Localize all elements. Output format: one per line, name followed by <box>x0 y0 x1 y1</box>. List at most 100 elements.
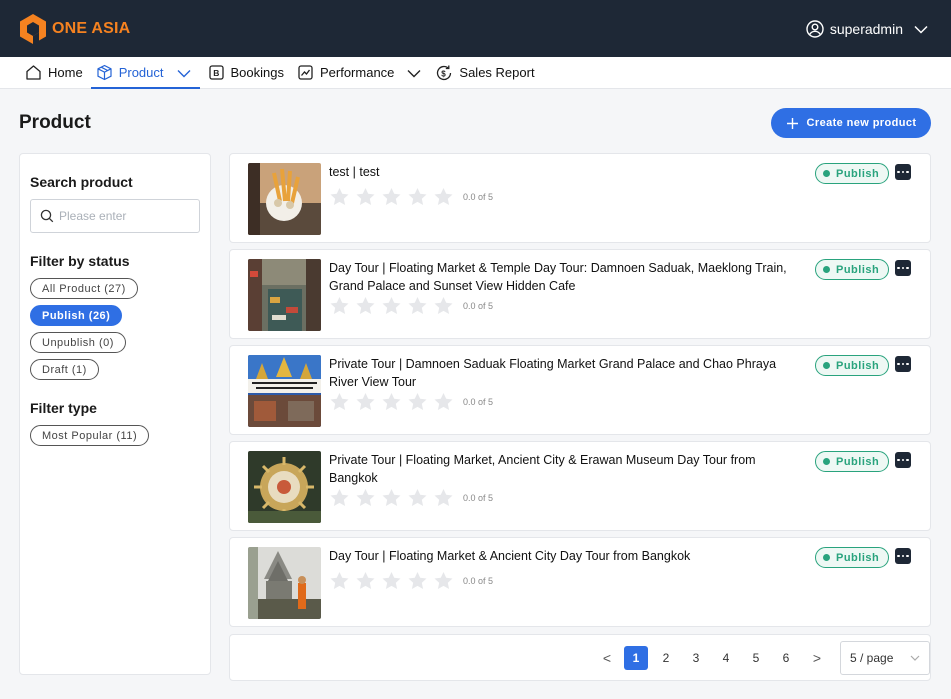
nav-performance-label: Performance <box>319 65 395 80</box>
status-badge: Publish <box>815 451 890 472</box>
status-label: Publish <box>836 263 880 276</box>
dot <box>901 266 905 270</box>
star-rating[interactable]: 0.0 of 5 <box>329 392 493 412</box>
product-title[interactable]: Day Tour | Floating Market & Ancient Cit… <box>329 547 789 565</box>
page-title: Product <box>19 112 91 133</box>
floating-market-image <box>248 259 321 331</box>
dot <box>906 554 909 558</box>
svg-text:$: $ <box>442 69 447 78</box>
star-icon <box>356 572 375 589</box>
more-options-button[interactable] <box>895 356 911 372</box>
product-title[interactable]: Private Tour | Floating Market, Ancient … <box>329 451 789 487</box>
product-title[interactable]: test | test <box>329 163 789 181</box>
star-rating[interactable]: 0.0 of 5 <box>329 488 493 508</box>
nav-bookings[interactable]: B Bookings <box>203 57 289 88</box>
star-icon <box>434 572 453 589</box>
chevron-down-icon <box>407 69 421 77</box>
product-list: test | test 0.0 of 5 Publish Day Tour | … <box>229 153 931 633</box>
temple-collage-image <box>248 355 321 427</box>
chevron-down-icon <box>177 69 190 77</box>
star-icon <box>356 297 375 314</box>
search-heading: Search product <box>30 174 133 190</box>
dot <box>897 554 900 558</box>
chart-icon <box>298 65 313 80</box>
next-page-button[interactable]: > <box>805 646 829 670</box>
dot <box>897 170 900 174</box>
page-5[interactable]: 5 <box>744 646 768 670</box>
status-filter-all[interactable]: All Product (27) <box>30 278 138 299</box>
rating-text: 0.0 of 5 <box>463 493 494 503</box>
nav-product[interactable]: Product <box>90 57 200 89</box>
nav-sales-report[interactable]: $ Sales Report <box>430 57 539 88</box>
filter-sidebar: Search product Filter by status All Prod… <box>19 153 211 675</box>
status-filter-publish[interactable]: Publish (26) <box>30 305 123 326</box>
star-rating[interactable]: 0.0 of 5 <box>329 187 493 207</box>
star-icon <box>356 489 375 506</box>
dot <box>906 266 909 270</box>
star-rating[interactable]: 0.0 of 5 <box>329 296 493 316</box>
product-card[interactable]: Day Tour | Floating Market & Ancient Cit… <box>229 537 931 627</box>
create-product-button[interactable]: Create new product <box>771 108 931 138</box>
product-card[interactable]: Private Tour | Floating Market, Ancient … <box>229 441 931 531</box>
product-thumbnail[interactable] <box>248 451 321 523</box>
star-icon <box>434 489 453 506</box>
nav-sales-report-label: Sales Report <box>459 65 535 80</box>
chevron-down-icon <box>914 25 928 34</box>
star-icon <box>382 297 401 314</box>
main-nav: Home Product B Bookings Performance $ Sa… <box>0 57 951 89</box>
page-3[interactable]: 3 <box>684 646 708 670</box>
search-box[interactable] <box>30 199 200 233</box>
page-4[interactable]: 4 <box>714 646 738 670</box>
dot <box>906 458 909 462</box>
page-2[interactable]: 2 <box>654 646 678 670</box>
brand-logo[interactable]: ONE ASIA <box>20 13 130 44</box>
status-label: Publish <box>836 551 880 564</box>
type-filter-most-popular[interactable]: Most Popular (11) <box>30 425 150 446</box>
dot <box>897 266 900 270</box>
page-size-select[interactable]: 5 / page <box>840 641 930 675</box>
user-menu[interactable]: superadmin <box>806 19 929 38</box>
more-options-button[interactable] <box>895 164 911 180</box>
star-icon <box>330 297 349 314</box>
star-icon <box>330 572 349 589</box>
rating-text: 0.0 of 5 <box>463 576 494 586</box>
product-title[interactable]: Private Tour | Damnoen Saduak Floating M… <box>329 355 789 391</box>
dollar-cycle-icon: $ <box>437 65 452 80</box>
star-rating[interactable]: 0.0 of 5 <box>329 571 493 591</box>
dot <box>897 362 900 366</box>
product-thumbnail[interactable] <box>248 547 321 619</box>
star-icon <box>382 393 401 410</box>
dot <box>901 554 905 558</box>
status-badge: Publish <box>815 163 890 184</box>
page-1[interactable]: 1 <box>624 646 648 670</box>
bookings-icon: B <box>208 65 224 80</box>
svg-text:B: B <box>213 68 219 78</box>
rating-text: 0.0 of 5 <box>463 192 494 202</box>
star-icon <box>330 188 349 205</box>
product-title[interactable]: Day Tour | Floating Market & Temple Day … <box>329 259 789 295</box>
nav-home[interactable]: Home <box>20 57 88 88</box>
product-card[interactable]: test | test 0.0 of 5 Publish <box>229 153 931 243</box>
status-heading: Filter by status <box>30 253 130 269</box>
product-thumbnail[interactable] <box>248 163 321 235</box>
logo-icon <box>20 13 46 44</box>
search-input[interactable] <box>59 209 199 223</box>
status-filter-draft[interactable]: Draft (1) <box>30 359 99 380</box>
rating-text: 0.0 of 5 <box>463 397 494 407</box>
type-heading: Filter type <box>30 400 97 416</box>
type-filter-group: Most Popular (11) <box>30 425 200 446</box>
prev-page-button[interactable]: < <box>595 646 619 670</box>
more-options-button[interactable] <box>895 548 911 564</box>
product-card[interactable]: Day Tour | Floating Market & Temple Day … <box>229 249 931 339</box>
user-name: superadmin <box>829 20 903 37</box>
product-card[interactable]: Private Tour | Damnoen Saduak Floating M… <box>229 345 931 435</box>
product-thumbnail[interactable] <box>248 355 321 427</box>
nav-performance[interactable]: Performance <box>292 57 427 88</box>
more-options-button[interactable] <box>895 452 911 468</box>
status-label: Publish <box>836 359 880 372</box>
page-6[interactable]: 6 <box>774 646 798 670</box>
status-badge: Publish <box>815 355 890 376</box>
more-options-button[interactable] <box>895 260 911 276</box>
status-filter-unpublish[interactable]: Unpublish (0) <box>30 332 126 353</box>
product-thumbnail[interactable] <box>248 259 321 331</box>
